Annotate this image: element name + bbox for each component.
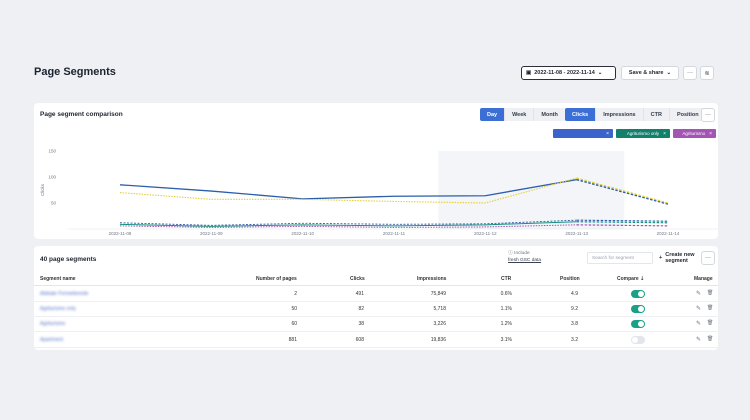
table-row[interactable]: Agriturismo 60 38 3,226 1.2% 3.8 ✎ 🗑 <box>34 317 718 332</box>
segment-search-input[interactable]: Search for segment <box>587 252 653 264</box>
edit-icon[interactable]: ✎ <box>696 290 701 297</box>
comparison-card: Page segment comparison Day Week Month C… <box>34 103 718 239</box>
position-cell: 3.8 <box>571 321 578 327</box>
segment-name-link[interactable]: Apartment <box>40 337 63 343</box>
x-tick-label: 2022-11-08 <box>109 231 132 236</box>
position-cell: 9.2 <box>571 306 578 312</box>
table-row[interactable]: Abbiate Fermetterede 2 491 75,849 0.6% 4.9 ✎ 🗑 <box>34 287 718 302</box>
plus-icon: + <box>659 255 663 261</box>
pages-cell: 60 <box>291 321 297 327</box>
include-label: Include <box>514 251 530 256</box>
x-tick-label: 2022-11-10 <box>291 231 314 236</box>
col-clicks[interactable]: Clicks <box>350 276 365 282</box>
col-compare[interactable]: Compare ⇣ <box>617 276 644 282</box>
segments-more-button[interactable]: ··· <box>701 251 715 265</box>
impressions-cell: 3,226 <box>433 321 446 327</box>
fresh-gsc-link[interactable]: fresh GSC data <box>508 257 541 264</box>
table-row[interactable]: Agriturismo only 50 82 5,718 1.1% 9.2 ✎ 🗑 <box>34 302 718 317</box>
delete-icon[interactable]: 🗑 <box>707 305 713 311</box>
segments-card: 40 page segments ⓘ Include fresh GSC dat… <box>34 246 718 350</box>
calendar-icon: ▣ <box>526 70 532 76</box>
layers-icon: ≋ <box>704 70 710 77</box>
save-share-button[interactable]: Save & share ⌄ <box>621 66 679 80</box>
y-tick-label: 100 <box>48 175 56 180</box>
info-icon: ⓘ <box>508 251 513 256</box>
col-manage: Manage <box>694 276 713 282</box>
clicks-cell: 38 <box>358 321 364 327</box>
x-tick-label: 2022-11-09 <box>200 231 223 236</box>
compare-toggle[interactable] <box>631 305 645 313</box>
more-options-button[interactable]: ··· <box>683 66 697 80</box>
clicks-cell: 608 <box>355 337 364 343</box>
col-ctr[interactable]: CTR <box>501 276 511 282</box>
col-segment-name[interactable]: Segment name <box>40 276 76 282</box>
toggle-knob <box>638 321 644 327</box>
segments-title: 40 page segments <box>40 256 97 263</box>
toggle-knob <box>638 291 644 297</box>
compare-toggle[interactable] <box>631 336 645 344</box>
col-position[interactable]: Position <box>560 276 580 282</box>
x-tick-label: 2022-11-11 <box>383 231 406 236</box>
include-fresh-data[interactable]: ⓘ Include fresh GSC data <box>508 250 541 264</box>
segment-name-link[interactable]: Agriturismo <box>40 321 65 327</box>
delete-icon[interactable]: 🗑 <box>707 336 713 342</box>
more-icon: ··· <box>687 70 693 76</box>
y-tick-label: 50 <box>51 201 57 206</box>
pages-cell: 2 <box>294 291 297 297</box>
col-pages[interactable]: Number of pages <box>256 276 297 282</box>
x-tick-label: 2022-11-14 <box>657 231 680 236</box>
compare-toggle[interactable] <box>631 290 645 298</box>
y-axis-label: Clicks <box>40 183 45 196</box>
table-row[interactable]: Apartment 881 608 19,836 3.1% 3.2 ✎ 🗑 <box>34 333 718 348</box>
edit-icon[interactable]: ✎ <box>696 305 701 312</box>
clicks-cell: 491 <box>355 291 364 297</box>
page-header: Page Segments ▣ 2022-11-08 - 2022-11-14 … <box>0 58 750 98</box>
sort-icon: ⇣ <box>640 276 645 282</box>
delete-icon[interactable]: 🗑 <box>707 320 713 326</box>
clicks-line-chart: 150 100 50 Clicks 2022-11-08 2022-11-09 2022-1… <box>40 149 718 236</box>
toggle-knob <box>632 337 638 343</box>
pages-cell: 881 <box>288 337 297 343</box>
compare-toggle[interactable] <box>631 320 645 328</box>
chevron-down-icon: ⌄ <box>666 70 672 76</box>
date-range-button[interactable]: ▣ 2022-11-08 - 2022-11-14 ⌄ <box>521 66 616 80</box>
ctr-cell: 1.1% <box>500 306 512 312</box>
x-tick-label: 2022-11-13 <box>565 231 588 236</box>
ctr-cell: 0.6% <box>500 291 512 297</box>
impressions-cell: 5,718 <box>433 306 446 312</box>
date-range-label: 2022-11-08 - 2022-11-14 <box>534 70 595 76</box>
table-header: Segment name Number of pages Clicks Impr… <box>34 274 718 286</box>
delete-icon[interactable]: 🗑 <box>707 290 713 296</box>
edit-icon[interactable]: ✎ <box>696 320 701 327</box>
ctr-cell: 3.1% <box>500 337 512 343</box>
segment-name-link[interactable]: Agriturismo only <box>40 306 76 312</box>
ctr-cell: 1.2% <box>500 321 512 327</box>
x-tick-label: 2022-11-12 <box>474 231 497 236</box>
search-placeholder: Search for segment <box>592 255 634 261</box>
impressions-cell: 75,849 <box>430 291 446 297</box>
layers-button[interactable]: ≋ <box>700 66 714 80</box>
impressions-cell: 19,836 <box>430 337 446 343</box>
col-impressions[interactable]: Impressions <box>417 276 446 282</box>
more-icon: ··· <box>705 255 711 261</box>
compare-label: Compare <box>617 276 639 282</box>
toggle-knob <box>638 306 644 312</box>
segment-name-link[interactable]: Abbiate Fermetterede <box>40 291 88 297</box>
page-title: Page Segments <box>34 66 116 78</box>
edit-icon[interactable]: ✎ <box>696 336 701 343</box>
clicks-cell: 82 <box>358 306 364 312</box>
chevron-down-icon: ⌄ <box>597 70 603 76</box>
position-cell: 3.2 <box>571 337 578 343</box>
save-share-label: Save & share <box>628 70 664 76</box>
position-cell: 4.9 <box>571 291 578 297</box>
y-tick-label: 150 <box>48 149 56 154</box>
pages-cell: 50 <box>291 306 297 312</box>
